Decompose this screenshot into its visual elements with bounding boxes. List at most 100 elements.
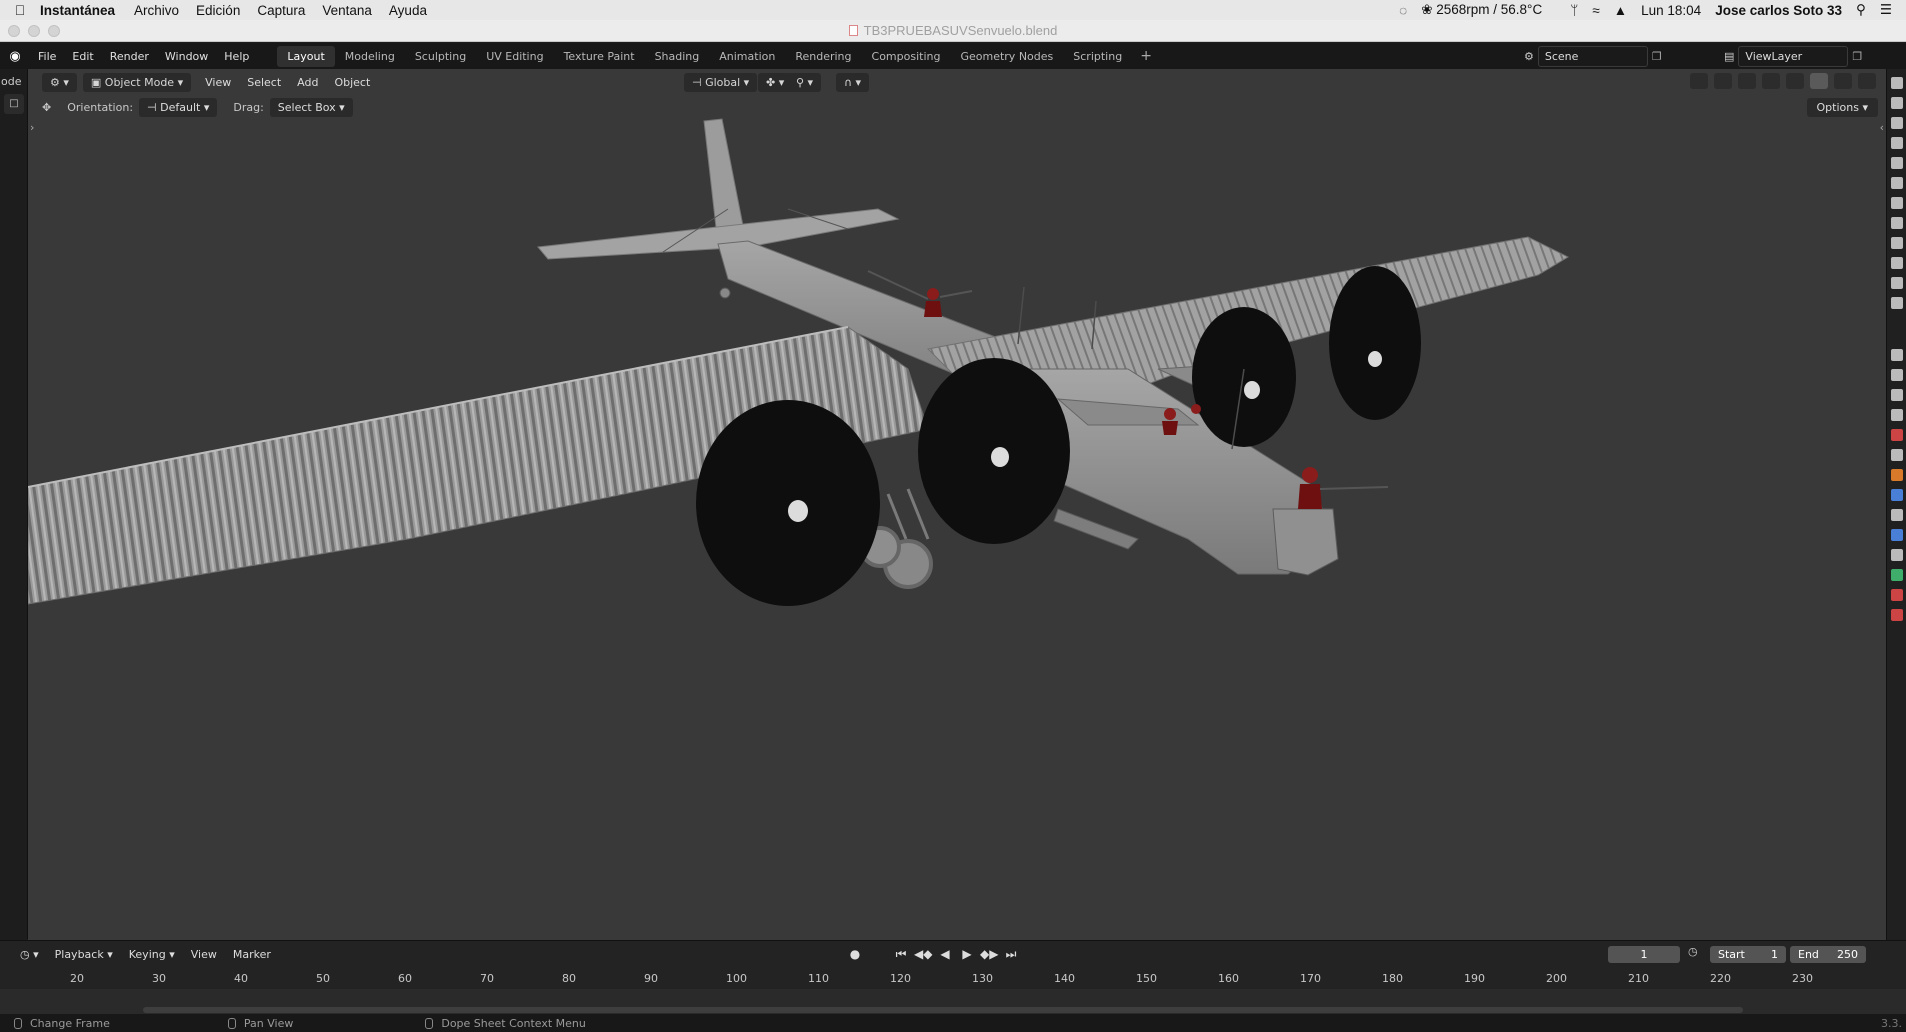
drag-dropdown[interactable]: Select Box ▾ bbox=[269, 97, 353, 117]
menu-help[interactable]: Help bbox=[216, 50, 257, 63]
scene-icon[interactable]: ⚙ bbox=[1524, 50, 1534, 63]
jump-end-icon[interactable]: ⏭ bbox=[1002, 947, 1020, 962]
menu-edit[interactable]: Edit bbox=[64, 50, 101, 63]
camera-visibility-icon[interactable] bbox=[1890, 77, 1903, 89]
tab-compositing[interactable]: Compositing bbox=[862, 46, 951, 67]
marker-menu[interactable]: Marker bbox=[225, 945, 279, 964]
scene-properties-icon[interactable] bbox=[1890, 429, 1903, 441]
tab-layout[interactable]: Layout bbox=[277, 45, 335, 67]
auto-keying-icon[interactable]: ● bbox=[846, 947, 864, 962]
camera-visibility-icon[interactable] bbox=[1890, 197, 1903, 209]
add-workspace-icon[interactable]: + bbox=[1132, 48, 1160, 64]
tab-texture-paint[interactable]: Texture Paint bbox=[554, 46, 645, 67]
keying-menu[interactable]: Keying ▾ bbox=[121, 945, 183, 964]
mac-menu-edicion[interactable]: Edición bbox=[196, 3, 240, 18]
texture-properties-icon[interactable] bbox=[1890, 609, 1903, 621]
mac-menu-archivo[interactable]: Archivo bbox=[134, 3, 179, 18]
camera-visibility-icon[interactable] bbox=[1890, 177, 1903, 189]
wifi-icon[interactable]: ≈ bbox=[1592, 3, 1599, 18]
new-scene-icon[interactable]: ❐ bbox=[1652, 50, 1662, 63]
bluetooth-icon[interactable]: ᛘ bbox=[1570, 3, 1578, 18]
propeller-disc-1[interactable] bbox=[696, 400, 880, 606]
3d-viewport[interactable]: ⚙ ▾ ▣ Object Mode ▾ View Select Add Obje… bbox=[28, 69, 1886, 940]
camera-visibility-icon[interactable] bbox=[1890, 117, 1903, 129]
play-reverse-icon[interactable]: ◀ bbox=[936, 947, 954, 962]
playback-menu[interactable]: Playback ▾ bbox=[47, 945, 121, 964]
menu-file[interactable]: File bbox=[30, 50, 64, 63]
propeller-disc-4[interactable] bbox=[1329, 266, 1421, 420]
object-properties-icon[interactable] bbox=[1890, 469, 1903, 481]
proportional-edit-icon[interactable]: ∩ ▾ bbox=[836, 72, 870, 92]
rendered-shading-icon[interactable] bbox=[1858, 73, 1876, 89]
mac-menu-ventana[interactable]: Ventana bbox=[322, 3, 372, 18]
output-properties-icon[interactable] bbox=[1890, 389, 1903, 401]
camera-visibility-icon[interactable] bbox=[1890, 217, 1903, 229]
timeline-view-menu[interactable]: View bbox=[183, 945, 225, 964]
viewlayer-field[interactable]: ViewLayer bbox=[1738, 46, 1849, 67]
menu-render[interactable]: Render bbox=[102, 50, 157, 63]
mac-menu-captura[interactable]: Captura bbox=[257, 3, 305, 18]
user-name[interactable]: Jose carlos Soto 33 bbox=[1715, 3, 1842, 18]
menu-add[interactable]: Add bbox=[289, 73, 326, 92]
tab-uv-editing[interactable]: UV Editing bbox=[476, 46, 553, 67]
orientation-dropdown[interactable]: ⊣ Default ▾ bbox=[139, 97, 218, 117]
material-shading-icon[interactable] bbox=[1834, 73, 1852, 89]
new-viewlayer-icon[interactable]: ❐ bbox=[1852, 50, 1862, 63]
fan-status[interactable]: ❀ 2568rpm / 56.8°C bbox=[1421, 2, 1556, 18]
mac-app-name[interactable]: Instantánea bbox=[40, 3, 115, 18]
snap-icon[interactable]: ⚲ ▾ bbox=[788, 72, 822, 92]
preview-range-icon[interactable]: ◷ bbox=[1688, 945, 1698, 958]
camera-visibility-icon[interactable] bbox=[1890, 97, 1903, 109]
camera-visibility-icon[interactable] bbox=[1890, 157, 1903, 169]
overlays-icon[interactable] bbox=[1738, 73, 1756, 89]
end-frame-field[interactable]: End 250 bbox=[1790, 946, 1866, 963]
move-tool-icon[interactable]: ✥ bbox=[42, 101, 51, 114]
clock[interactable]: Lun 18:04 bbox=[1641, 3, 1701, 18]
physics-properties-icon[interactable] bbox=[1890, 529, 1903, 541]
camera-visibility-icon[interactable] bbox=[1890, 137, 1903, 149]
bomb-rack[interactable] bbox=[1053, 508, 1139, 550]
close-window-button[interactable] bbox=[8, 25, 20, 37]
zoom-window-button[interactable] bbox=[48, 25, 60, 37]
world-properties-icon[interactable] bbox=[1890, 449, 1903, 461]
menu-select[interactable]: Select bbox=[239, 73, 289, 92]
viewlayer-icon[interactable]: ▤ bbox=[1724, 50, 1734, 63]
control-center-icon[interactable]: ☰ bbox=[1880, 2, 1892, 18]
scene-field[interactable]: Scene bbox=[1537, 46, 1648, 67]
object-mode-dropdown[interactable]: ▣ Object Mode ▾ bbox=[82, 72, 192, 92]
select-tool-icon[interactable]: □ bbox=[4, 94, 24, 114]
gizmo-icon[interactable] bbox=[1714, 73, 1732, 89]
camera-visibility-icon[interactable] bbox=[1890, 297, 1903, 309]
frame-ruler[interactable]: 20 30 40 50 60 70 80 90 100 110 120 130 140 150 160 170… bbox=[0, 969, 1906, 1015]
gunner-figure-nose[interactable] bbox=[1298, 467, 1389, 509]
tab-sculpting[interactable]: Sculpting bbox=[405, 46, 476, 67]
options-dropdown[interactable]: Options ▾ bbox=[1806, 98, 1878, 117]
timeline-editor-type-icon[interactable]: ◷ ▾ bbox=[12, 945, 47, 964]
play-icon[interactable]: ▶ bbox=[958, 947, 976, 962]
prev-keyframe-icon[interactable]: ◀◆ bbox=[914, 947, 932, 962]
next-keyframe-icon[interactable]: ◆▶ bbox=[980, 947, 998, 962]
modifier-properties-icon[interactable] bbox=[1890, 489, 1903, 501]
view-layer-properties-icon[interactable] bbox=[1890, 409, 1903, 421]
transform-orientation-dropdown[interactable]: ⊣ Global ▾ bbox=[684, 72, 758, 92]
current-frame-field[interactable]: 1 bbox=[1608, 946, 1680, 963]
tab-animation[interactable]: Animation bbox=[709, 46, 785, 67]
tab-shading[interactable]: Shading bbox=[645, 46, 710, 67]
solid-shading-icon[interactable] bbox=[1810, 73, 1828, 89]
camera-visibility-icon[interactable] bbox=[1890, 257, 1903, 269]
material-properties-icon[interactable] bbox=[1890, 589, 1903, 601]
camera-visibility-icon[interactable] bbox=[1890, 277, 1903, 289]
sidebar-expand-chevron-icon[interactable]: ‹ bbox=[1880, 121, 1884, 134]
mac-menu-ayuda[interactable]: Ayuda bbox=[389, 3, 427, 18]
tab-modeling[interactable]: Modeling bbox=[335, 46, 405, 67]
propeller-disc-3[interactable] bbox=[1192, 307, 1296, 447]
creative-cloud-icon[interactable]: ◌ bbox=[1399, 3, 1407, 18]
spotlight-search-icon[interactable]: ⚲ bbox=[1856, 2, 1866, 18]
menu-view[interactable]: View bbox=[197, 73, 239, 92]
tab-rendering[interactable]: Rendering bbox=[785, 46, 861, 67]
tool-properties-icon[interactable] bbox=[1890, 349, 1903, 361]
tab-geometry-nodes[interactable]: Geometry Nodes bbox=[950, 46, 1063, 67]
tail-wheel[interactable] bbox=[719, 287, 731, 299]
visibility-icon[interactable] bbox=[1690, 73, 1708, 89]
minimize-window-button[interactable] bbox=[28, 25, 40, 37]
